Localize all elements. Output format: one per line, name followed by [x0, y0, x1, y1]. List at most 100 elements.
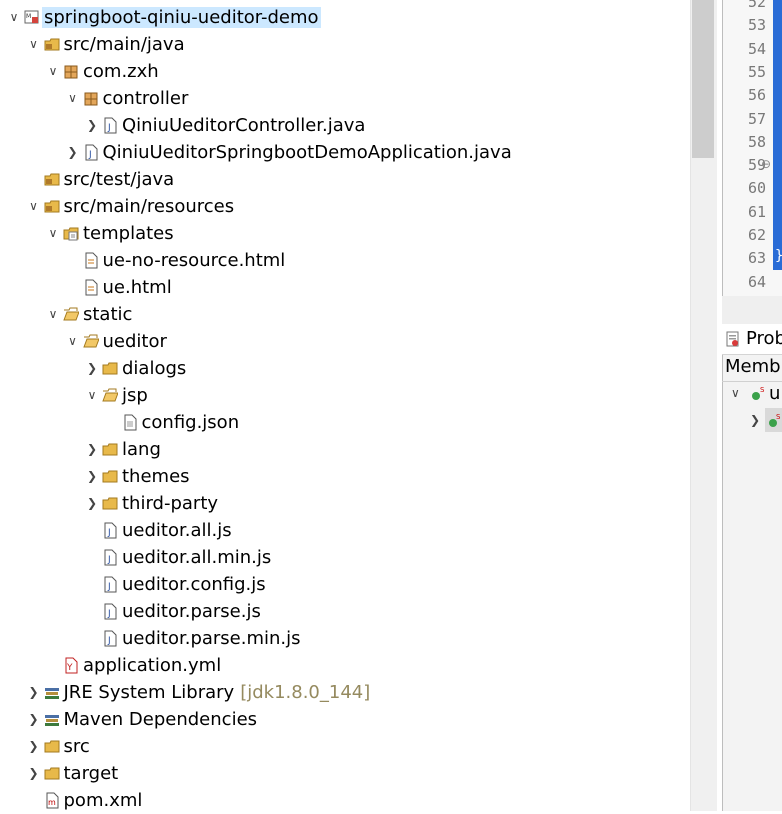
problems-icon	[726, 331, 739, 347]
tree-item[interactable]: ❯ Maven Dependencies	[0, 706, 690, 733]
maven-pom-icon: m	[44, 791, 60, 809]
tree-item[interactable]: ❯ src	[0, 733, 690, 760]
svg-text:Y: Y	[66, 663, 73, 673]
svg-text:J: J	[107, 123, 111, 133]
source-folder-icon	[44, 197, 60, 215]
chevron-down-icon[interactable]: ∨	[45, 305, 61, 323]
tree-item[interactable]: Jueditor.all.js	[0, 517, 690, 544]
tab-problems[interactable]: Prob	[746, 328, 782, 349]
chevron-down-icon[interactable]: ∨	[65, 89, 81, 107]
chevron-right-icon[interactable]: ❯	[84, 467, 100, 485]
chevron-down-icon[interactable]: ∨	[65, 332, 81, 350]
tree-item[interactable]: ∨ Mspringboot-qiniu-ueditor-demo	[0, 4, 690, 31]
tree-item[interactable]: ∨ controller	[0, 85, 690, 112]
line-number: 61	[747, 202, 766, 221]
tree-item[interactable]: ❯ J QiniuUeditorController.java	[0, 112, 690, 139]
tree-item-decoration: [jdk1.8.0_144]	[240, 682, 371, 703]
tree-item-label: pom.xml	[63, 790, 143, 811]
chevron-right-icon[interactable]: ❯	[84, 116, 100, 134]
fold-collapse-icon[interactable]: ⊖	[761, 157, 771, 171]
svg-text:S: S	[776, 413, 781, 421]
tree-item-label: ueditor	[102, 331, 167, 352]
tree-item[interactable]: ue-no-resource.html	[0, 247, 690, 274]
chevron-down-icon[interactable]: ∨	[26, 197, 42, 215]
tree-item[interactable]: ∨ com.zxh	[0, 58, 690, 85]
chevron-right-icon[interactable]: ❯	[26, 683, 42, 701]
tree-item-label: src/test/java	[63, 169, 175, 190]
tree-item-label: ueditor.parse.js	[122, 601, 261, 622]
folder-icon	[102, 359, 118, 377]
chevron-down-icon[interactable]: ∨	[26, 35, 42, 53]
tree-item-label: templates	[83, 223, 174, 244]
code-brace: }	[775, 248, 782, 264]
tree-item-label: dialogs	[122, 358, 187, 379]
tree-item[interactable]: ∨ static	[0, 301, 690, 328]
tree-item[interactable]: m pom.xml	[0, 787, 690, 814]
folder-icon	[102, 494, 118, 512]
tree-item[interactable]: ❯ target	[0, 760, 690, 787]
chevron-right-icon[interactable]: ❯	[84, 359, 100, 377]
tree-item-label: JRE System Library [jdk1.8.0_144]	[63, 682, 371, 703]
chevron-down-icon[interactable]: ∨	[6, 8, 22, 26]
line-number: 62	[747, 226, 766, 244]
tree-item[interactable]: ❯ dialogs	[0, 355, 690, 382]
chevron-right-icon[interactable]: ❯	[750, 413, 760, 427]
tree-item[interactable]: Jueditor.parse.js	[0, 598, 690, 625]
open-folder-icon	[102, 386, 119, 404]
tree-item-label: target	[63, 763, 119, 784]
outline-item-label[interactable]: u	[769, 383, 780, 404]
tree-item-label: src/main/java	[63, 34, 185, 55]
js-file-icon: J	[102, 575, 118, 593]
line-number: 64	[747, 272, 766, 291]
chevron-right-icon[interactable]: ❯	[65, 143, 81, 161]
scrollbar-thumb[interactable]	[692, 0, 714, 158]
tree-item[interactable]: ∨ templates	[0, 220, 690, 247]
svg-text:M: M	[26, 13, 31, 20]
chevron-down-icon[interactable]: ∨	[731, 386, 740, 400]
tree-item[interactable]: ∨ jsp	[0, 382, 690, 409]
tree-item[interactable]: ❯ themes	[0, 463, 690, 490]
tree-item-label: ue-no-resource.html	[102, 250, 286, 271]
tree-item[interactable]: ∨ src/main/java	[0, 31, 690, 58]
chevron-down-icon[interactable]: ∨	[45, 62, 61, 80]
chevron-down-icon[interactable]: ∨	[84, 386, 100, 404]
svg-text:m: m	[48, 798, 56, 807]
chevron-right-icon[interactable]: ❯	[26, 710, 42, 728]
tree-item[interactable]: src/test/java	[0, 166, 690, 193]
tree-item-label: Maven Dependencies	[63, 709, 258, 730]
templates-folder-icon	[63, 224, 79, 242]
line-number: 53	[747, 16, 766, 35]
svg-text:S: S	[760, 386, 765, 394]
tree-item-label: ueditor.all.min.js	[122, 547, 272, 568]
line-number: 52	[747, 0, 766, 11]
tree-item[interactable]: ue.html	[0, 274, 690, 301]
tree-item[interactable]: Jueditor.parse.min.js	[0, 625, 690, 652]
tree-item[interactable]: Yapplication.yml	[0, 652, 690, 679]
tree-item[interactable]: Jueditor.all.min.js	[0, 544, 690, 571]
chevron-right-icon[interactable]: ❯	[84, 494, 100, 512]
tree-item[interactable]: ❯ J QiniuUeditorSpringbootDemoApplication.…	[0, 139, 690, 166]
chevron-down-icon[interactable]: ∨	[45, 224, 61, 242]
chevron-right-icon[interactable]: ❯	[26, 737, 42, 755]
tree-item-label: static	[83, 304, 133, 325]
tree-item[interactable]: ❯ lang	[0, 436, 690, 463]
html-file-icon	[83, 251, 99, 269]
js-file-icon: J	[102, 548, 118, 566]
maven-project-icon: M	[24, 8, 40, 26]
tree-item-label: com.zxh	[83, 61, 159, 82]
tree-item[interactable]: Jueditor.config.js	[0, 571, 690, 598]
tree-item[interactable]: ❯ JRE System Library [jdk1.8.0_144]	[0, 679, 690, 706]
tree-item[interactable]: ∨ ueditor	[0, 328, 690, 355]
tree-item-label: springboot-qiniu-ueditor-demo	[42, 7, 321, 28]
tree-item[interactable]: config.json	[0, 409, 690, 436]
tree-item-label: QiniuUeditorController.java	[122, 115, 366, 136]
text-file-icon	[122, 413, 138, 431]
tree-item-label: application.yml	[83, 655, 222, 676]
chevron-right-icon[interactable]: ❯	[26, 764, 42, 782]
library-icon	[44, 710, 60, 728]
chevron-right-icon[interactable]: ❯	[84, 440, 100, 458]
tree-item[interactable]: ❯ third-party	[0, 490, 690, 517]
tree-item[interactable]: ∨ src/main/resources	[0, 193, 690, 220]
svg-text:J: J	[107, 582, 111, 592]
line-number: 63	[747, 249, 766, 268]
